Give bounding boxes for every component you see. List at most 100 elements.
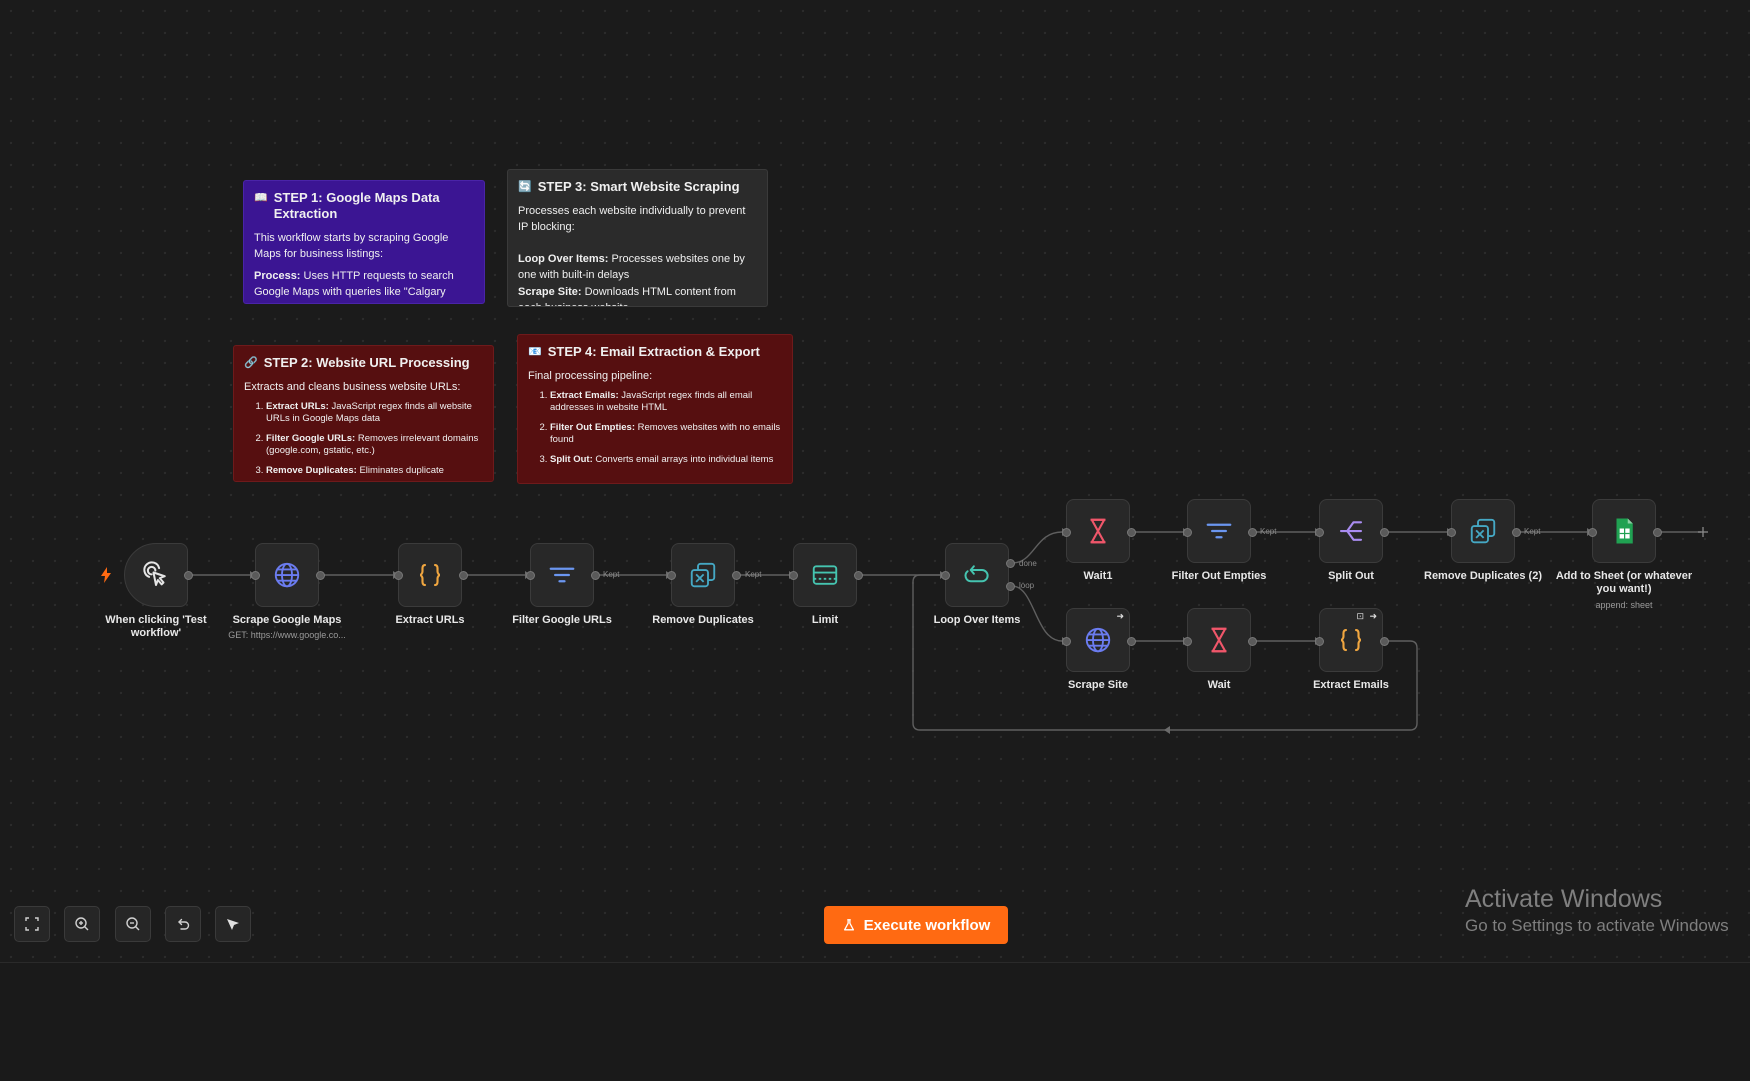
windows-activation-watermark: Activate Windows Go to Settings to activ… — [1465, 884, 1729, 938]
output-port[interactable] — [1127, 637, 1136, 646]
node-wait[interactable] — [1187, 608, 1251, 672]
input-port[interactable] — [526, 571, 535, 580]
bottom-panel — [0, 962, 1750, 1081]
output-port[interactable] — [184, 571, 193, 580]
remove-duplicates-icon — [1470, 518, 1496, 544]
node-wait1[interactable] — [1066, 499, 1130, 563]
node-label: Limit — [811, 614, 839, 626]
tidy-up-icon — [227, 919, 239, 930]
edge-label-kept: Kept — [1524, 527, 1541, 536]
book-icon: 📖 — [254, 192, 268, 204]
lightning-icon — [101, 567, 111, 583]
input-port[interactable] — [667, 571, 676, 580]
loop-icon — [964, 565, 989, 583]
node-split-out[interactable] — [1319, 499, 1383, 563]
node-remove-duplicates[interactable] — [671, 543, 735, 607]
node-filter-out-empties[interactable] — [1187, 499, 1251, 563]
node-label: Wait — [1207, 679, 1231, 691]
note-text: Processes each website individually to p… — [518, 205, 746, 233]
output-port[interactable] — [1380, 528, 1389, 537]
output-port[interactable] — [1380, 637, 1389, 646]
input-port[interactable] — [1183, 637, 1192, 646]
fit-view-icon — [25, 917, 39, 931]
execute-workflow-button[interactable]: Execute workflow — [824, 906, 1008, 944]
code-braces-icon — [1340, 628, 1362, 652]
input-port[interactable] — [394, 571, 403, 580]
input-port[interactable] — [1315, 528, 1324, 537]
output-port[interactable] — [1653, 528, 1662, 537]
note-text: Extracts and cleans business website URL… — [244, 381, 461, 393]
sticky-note-step2[interactable]: 🔗 STEP 2: Website URL Processing Extracts… — [233, 345, 494, 482]
note-text: Loop Over Items: Processes websites one … — [518, 253, 745, 281]
remove-duplicates-icon — [690, 562, 716, 588]
node-test-trigger[interactable] — [124, 543, 188, 607]
sticky-note-step4[interactable]: 📧 STEP 4: Email Extraction & Export Final… — [517, 334, 793, 484]
output-port[interactable] — [1127, 528, 1136, 537]
node-remove-duplicates-2[interactable] — [1451, 499, 1515, 563]
globe-icon — [1085, 627, 1111, 653]
sticky-note-step1[interactable]: 📖 STEP 1: Google Maps Data Extraction Thi… — [243, 180, 485, 304]
sticky-note-step3[interactable]: 🔄 STEP 3: Smart Website Scraping Processe… — [507, 169, 768, 307]
output-port[interactable] — [732, 571, 741, 580]
node-filter-google-urls[interactable] — [530, 543, 594, 607]
node-subtitle: append: sheet — [1595, 600, 1653, 610]
flask-icon — [843, 919, 854, 931]
output-port[interactable] — [854, 571, 863, 580]
execute-workflow-label: Execute workflow — [863, 916, 991, 934]
output-port[interactable] — [1248, 528, 1257, 537]
note-list-item: Filter Google URLs: Removes irrelevant d… — [266, 433, 483, 457]
input-port[interactable] — [251, 571, 260, 580]
edge-label-done: done — [1019, 559, 1037, 568]
note-list-item: Split Out: Converts email arrays into in… — [550, 454, 782, 466]
link-icon: 🔗 — [244, 357, 258, 369]
output-port[interactable] — [1248, 637, 1257, 646]
input-port[interactable] — [1183, 528, 1192, 537]
tidy-up-button[interactable] — [215, 906, 251, 942]
zoom-in-button[interactable] — [64, 906, 100, 942]
node-limit[interactable] — [793, 543, 857, 607]
note-text: Scrape Site: Downloads HTML content from… — [518, 286, 736, 306]
node-extract-emails[interactable]: ⊡ ➜ — [1319, 608, 1383, 672]
workflow-canvas[interactable]: 📖 STEP 1: Google Maps Data Extraction Thi… — [0, 0, 1750, 962]
output-port-done[interactable] — [1006, 559, 1015, 568]
node-scrape-site[interactable]: ➜ — [1066, 608, 1130, 672]
input-port[interactable] — [789, 571, 798, 580]
note-list-item: Filter Out Empties: Removes websites wit… — [550, 422, 782, 446]
node-scrape-google-maps[interactable] — [255, 543, 319, 607]
note-text: This workflow starts by scraping Google … — [254, 232, 449, 260]
fit-view-button[interactable] — [14, 906, 50, 942]
zoom-out-button[interactable] — [115, 906, 151, 942]
node-label: Split Out — [1328, 570, 1374, 582]
input-port[interactable] — [1062, 637, 1071, 646]
note-list-item: Remove Duplicates: Eliminates duplicate — [266, 465, 483, 477]
undo-button[interactable] — [165, 906, 201, 942]
output-port-loop[interactable] — [1006, 582, 1015, 591]
zoom-in-icon — [75, 917, 89, 931]
input-port[interactable] — [1315, 637, 1324, 646]
note-title: STEP 4: Email Extraction & Export — [547, 344, 760, 359]
node-settings-icon: ⊡ — [1356, 611, 1364, 621]
input-port[interactable] — [1062, 528, 1071, 537]
output-port[interactable] — [316, 571, 325, 580]
node-add-to-sheet[interactable] — [1592, 499, 1656, 563]
node-extract-urls[interactable] — [398, 543, 462, 607]
refresh-icon: 🔄 — [518, 181, 532, 193]
node-label: Remove Duplicates (2) — [1424, 570, 1542, 582]
output-port[interactable] — [591, 571, 600, 580]
code-braces-icon — [419, 563, 441, 587]
note-text: Final processing pipeline: — [528, 370, 653, 382]
watermark-subtitle: Go to Settings to activate Windows — [1465, 916, 1729, 935]
output-port[interactable] — [1512, 528, 1521, 537]
split-icon — [1339, 521, 1363, 541]
filter-icon — [549, 567, 575, 583]
node-loop-over-items[interactable] — [945, 543, 1009, 607]
filter-icon — [1206, 523, 1232, 539]
edge-label-loop: loop — [1019, 581, 1035, 590]
output-port[interactable] — [459, 571, 468, 580]
cursor-click-icon — [143, 561, 166, 586]
input-port[interactable] — [941, 571, 950, 580]
input-port[interactable] — [1588, 528, 1597, 537]
input-port[interactable] — [1447, 528, 1456, 537]
node-label: Loop Over Items — [933, 614, 1021, 626]
node-label: Extract Emails — [1313, 679, 1389, 691]
